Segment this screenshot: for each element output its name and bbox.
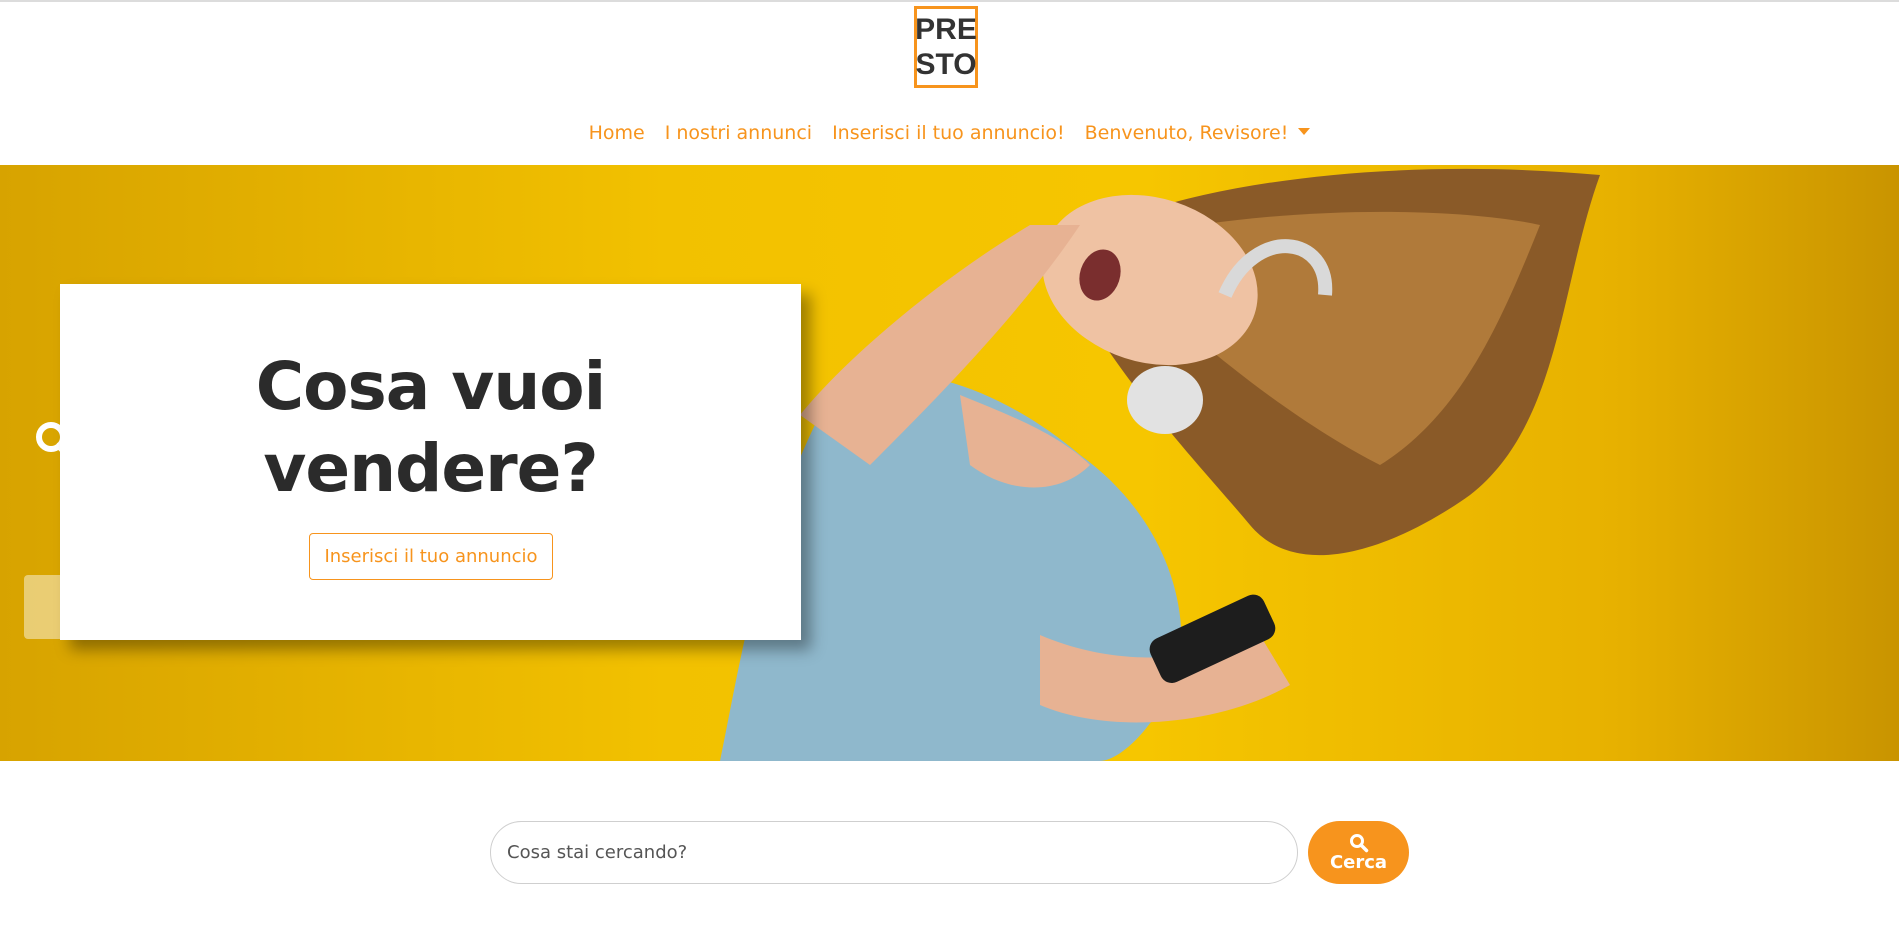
nav-home[interactable]: Home <box>589 122 645 144</box>
user-greeting: Benvenuto, Revisore! <box>1084 122 1289 144</box>
nav-user-dropdown[interactable]: Benvenuto, Revisore! <box>1085 122 1311 144</box>
main-nav: Home I nostri annunci Inserisci il tuo a… <box>0 118 1899 148</box>
logo-text-line1: PRE <box>915 13 977 46</box>
presto-logo[interactable]: PRE STO <box>914 6 978 88</box>
hero-title-line2: vendere? <box>263 430 598 507</box>
nav-our-ads[interactable]: I nostri annunci <box>665 122 812 144</box>
hero-card: Cosa vuoi vendere? Inserisci il tuo annu… <box>60 284 801 640</box>
hero-title-line1: Cosa vuoi <box>255 348 607 425</box>
search-button[interactable]: Cerca <box>1308 821 1409 884</box>
search-button-label: Cerca <box>1329 851 1388 873</box>
nav-insert-ad[interactable]: Inserisci il tuo annuncio! <box>832 122 1065 144</box>
caret-down-icon <box>1298 128 1311 135</box>
search-input[interactable] <box>490 821 1298 884</box>
hero-title: Cosa vuoi vendere? <box>60 346 801 510</box>
search-icon <box>1349 833 1368 852</box>
navbar: PRE STO Home I nostri annunci Inserisci … <box>0 2 1899 165</box>
logo-text-line2: STO <box>915 48 977 81</box>
insert-ad-button[interactable]: Inserisci il tuo annuncio <box>309 533 553 580</box>
